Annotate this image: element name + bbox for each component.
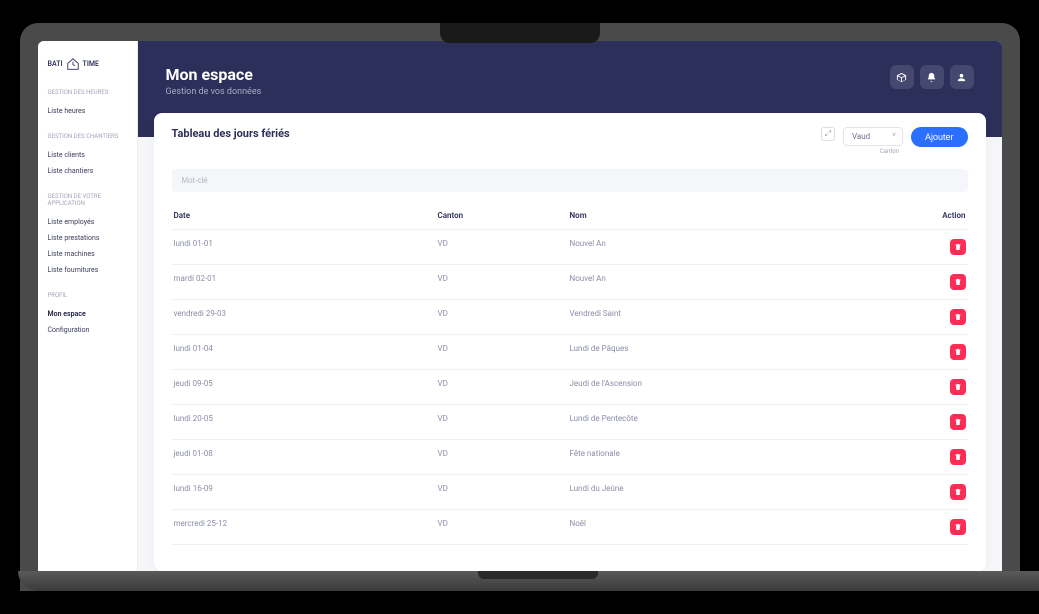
sidebar-item-supplies[interactable]: Liste fournitures [48, 262, 127, 278]
cell-nom: Lundi de Pentecôte [570, 414, 900, 430]
canton-select-label: Canton [843, 148, 903, 155]
cell-canton: VD [438, 379, 570, 395]
cell-nom: Jeudi de l'Ascension [570, 379, 900, 395]
cell-canton: VD [438, 414, 570, 430]
col-header-action: Action [900, 211, 966, 220]
nav-section-app: GESTION DE VOTRE APPLICATION [48, 193, 127, 209]
search-input[interactable] [172, 169, 968, 192]
cell-nom: Vendredi Saint [570, 309, 900, 325]
trash-icon [954, 523, 962, 531]
delete-button[interactable] [950, 344, 966, 360]
nav-section-profile: PROFIL [48, 292, 127, 300]
delete-button[interactable] [950, 414, 966, 430]
user-button[interactable] [950, 65, 974, 89]
cell-date: jeudi 09-05 [174, 379, 438, 395]
notifications-button[interactable] [920, 65, 944, 89]
cell-date: lundi 16-09 [174, 484, 438, 500]
cell-canton: VD [438, 344, 570, 360]
cell-canton: VD [438, 309, 570, 325]
table-header-row: Date Canton Nom Action [172, 202, 968, 230]
cell-canton: VD [438, 239, 570, 255]
table-row: jeudi 09-05 VD Jeudi de l'Ascension [172, 370, 968, 405]
bell-icon [926, 72, 937, 83]
cell-date: lundi 01-01 [174, 239, 438, 255]
nav-section-hours: GESTION DES HEURES [48, 89, 127, 97]
sidebar-item-employees[interactable]: Liste employés [48, 214, 127, 230]
sidebar-item-hours-list[interactable]: Liste heures [48, 103, 127, 119]
cell-nom: Nouvel An [570, 274, 900, 290]
cell-canton: VD [438, 484, 570, 500]
delete-button[interactable] [950, 449, 966, 465]
add-button[interactable]: Ajouter [911, 127, 968, 147]
sidebar-item-machines[interactable]: Liste machines [48, 246, 127, 262]
sidebar-item-config[interactable]: Configuration [48, 322, 127, 338]
trash-icon [954, 278, 962, 286]
cell-date: jeudi 01-08 [174, 449, 438, 465]
expand-button[interactable]: ⤢ [821, 127, 835, 141]
cell-nom: Lundi de Pâques [570, 344, 900, 360]
table-row: lundi 16-09 VD Lundi du Jeûne [172, 475, 968, 510]
page-subtitle: Gestion de vos données [166, 87, 262, 97]
trash-icon [954, 383, 962, 391]
cell-date: mercredi 25-12 [174, 519, 438, 535]
trash-icon [954, 453, 962, 461]
holidays-card: Tableau des jours fériés ⤢ Vaud Canton A… [154, 113, 986, 571]
col-header-nom: Nom [570, 211, 900, 220]
trash-icon [954, 313, 962, 321]
table-row: mercredi 25-12 VD Noël [172, 510, 968, 545]
cell-nom: Noël [570, 519, 900, 535]
nav-section-sites: GESTION DES CHANTIERS [48, 133, 127, 141]
table-row: mardi 02-01 VD Nouvel An [172, 265, 968, 300]
delete-button[interactable] [950, 379, 966, 395]
col-header-canton: Canton [438, 211, 570, 220]
delete-button[interactable] [950, 274, 966, 290]
table-row: lundi 01-04 VD Lundi de Pâques [172, 335, 968, 370]
sidebar-item-services[interactable]: Liste prestations [48, 230, 127, 246]
trash-icon [954, 488, 962, 496]
card-title: Tableau des jours fériés [172, 127, 290, 140]
cell-date: vendredi 29-03 [174, 309, 438, 325]
cell-canton: VD [438, 449, 570, 465]
logo-text-2: TIME [83, 60, 99, 68]
trash-icon [954, 243, 962, 251]
cell-canton: VD [438, 519, 570, 535]
canton-select[interactable]: Vaud [843, 127, 903, 146]
page-title: Mon espace [166, 65, 262, 84]
delete-button[interactable] [950, 484, 966, 500]
cell-date: mardi 02-01 [174, 274, 438, 290]
table-row: vendredi 29-03 VD Vendredi Saint [172, 300, 968, 335]
cell-nom: Lundi du Jeûne [570, 484, 900, 500]
trash-icon [954, 348, 962, 356]
delete-button[interactable] [950, 239, 966, 255]
trash-icon [954, 418, 962, 426]
cell-nom: Nouvel An [570, 239, 900, 255]
cube-icon-button[interactable] [890, 65, 914, 89]
user-icon [956, 72, 967, 83]
holidays-table: Date Canton Nom Action lundi 01-01 VD No… [172, 202, 968, 571]
sidebar-item-my-space[interactable]: Mon espace [48, 306, 127, 322]
delete-button[interactable] [950, 519, 966, 535]
sidebar-item-sites[interactable]: Liste chantiers [48, 163, 127, 179]
table-row: lundi 01-01 VD Nouvel An [172, 230, 968, 265]
cell-date: lundi 01-04 [174, 344, 438, 360]
cell-canton: VD [438, 274, 570, 290]
logo-text-1: BATI [48, 60, 63, 68]
cube-icon [896, 72, 907, 83]
sidebar: BATI TIME GESTION DES HEURES Liste heure… [38, 41, 138, 571]
clock-house-icon [66, 57, 80, 71]
delete-button[interactable] [950, 309, 966, 325]
cell-nom: Fête nationale [570, 449, 900, 465]
sidebar-item-clients[interactable]: Liste clients [48, 147, 127, 163]
cell-date: lundi 20-05 [174, 414, 438, 430]
table-row: lundi 20-05 VD Lundi de Pentecôte [172, 405, 968, 440]
col-header-date: Date [174, 211, 438, 220]
table-row: jeudi 01-08 VD Fête nationale [172, 440, 968, 475]
logo: BATI TIME [48, 57, 127, 71]
